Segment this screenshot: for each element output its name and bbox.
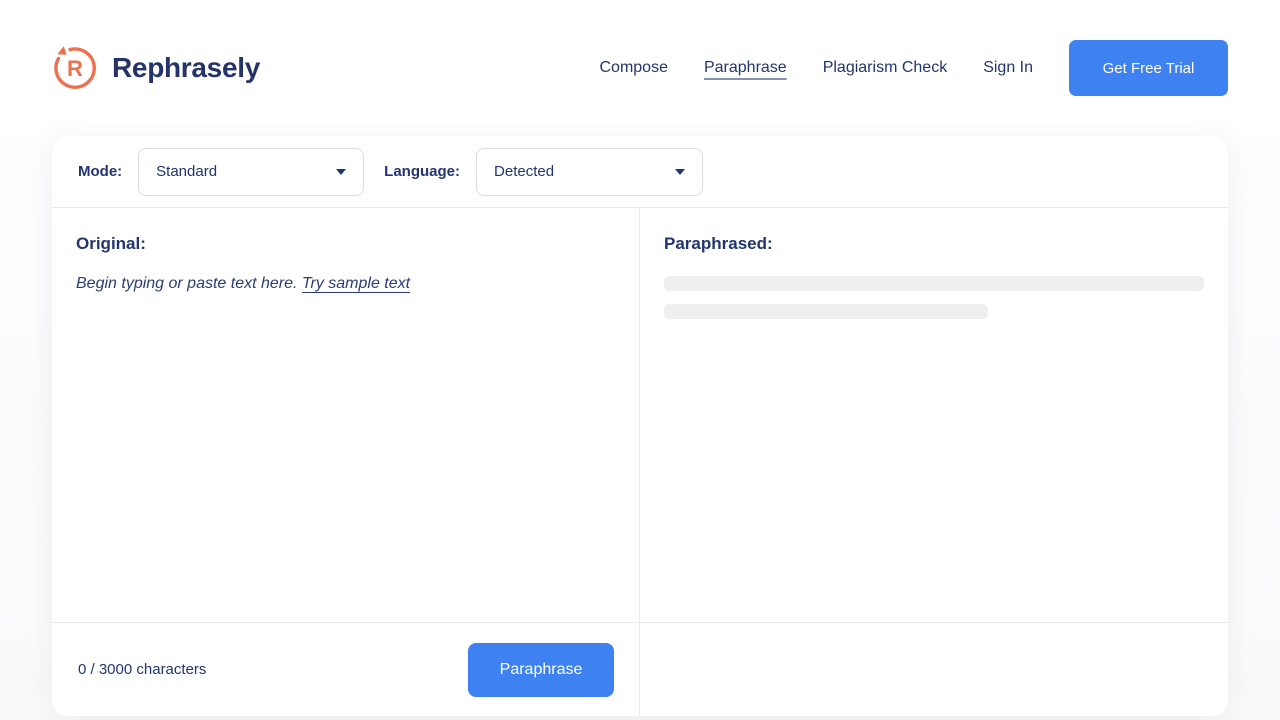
original-heading: Original:	[76, 234, 615, 254]
editor-panels: Original: Begin typing or paste text her…	[52, 208, 1228, 622]
caret-down-icon	[675, 169, 685, 175]
nav-item-paraphrase[interactable]: Paraphrase	[704, 59, 787, 77]
mode-selected-value: Standard	[156, 163, 217, 180]
paraphrase-button[interactable]: Paraphrase	[468, 643, 614, 697]
footer-left: 0 / 3000 characters Paraphrase	[52, 623, 640, 716]
language-select[interactable]: Detected	[476, 148, 703, 196]
brand[interactable]: R Rephrasely	[52, 45, 260, 91]
footer-right	[640, 623, 1228, 716]
card-footer: 0 / 3000 characters Paraphrase	[52, 622, 1228, 716]
brand-name: Rephrasely	[112, 52, 260, 84]
paraphrased-output-panel: Paraphrased:	[640, 208, 1228, 622]
output-skeleton-bar	[664, 304, 988, 319]
svg-text:R: R	[67, 56, 83, 81]
refresh-r-logo-icon: R	[52, 45, 98, 91]
try-sample-text-link[interactable]: Try sample text	[302, 275, 410, 292]
language-selected-value: Detected	[494, 163, 554, 180]
editor-placeholder[interactable]: Begin typing or paste text here. Try sam…	[76, 275, 615, 293]
get-free-trial-button[interactable]: Get Free Trial	[1069, 40, 1228, 96]
mode-select[interactable]: Standard	[138, 148, 364, 196]
original-text-panel[interactable]: Original: Begin typing or paste text her…	[52, 208, 640, 622]
paraphrased-heading: Paraphrased:	[664, 234, 1204, 254]
character-count: 0 / 3000 characters	[78, 661, 206, 678]
header: R Rephrasely Compose Paraphrase Plagiari…	[0, 0, 1280, 136]
paraphraser-card: Mode: Standard Language: Detected Origin…	[52, 136, 1228, 716]
caret-down-icon	[336, 169, 346, 175]
output-skeleton-bar	[664, 276, 1204, 291]
main-nav: Compose Paraphrase Plagiarism Check Sign…	[600, 40, 1229, 96]
placeholder-text: Begin typing or paste text here.	[76, 275, 302, 292]
nav-item-compose[interactable]: Compose	[600, 59, 668, 77]
options-toolbar: Mode: Standard Language: Detected	[52, 136, 1228, 208]
sign-in-link[interactable]: Sign In	[983, 59, 1033, 77]
language-label: Language:	[384, 163, 460, 180]
nav-item-plagiarism-check[interactable]: Plagiarism Check	[823, 59, 947, 77]
mode-label: Mode:	[78, 163, 122, 180]
